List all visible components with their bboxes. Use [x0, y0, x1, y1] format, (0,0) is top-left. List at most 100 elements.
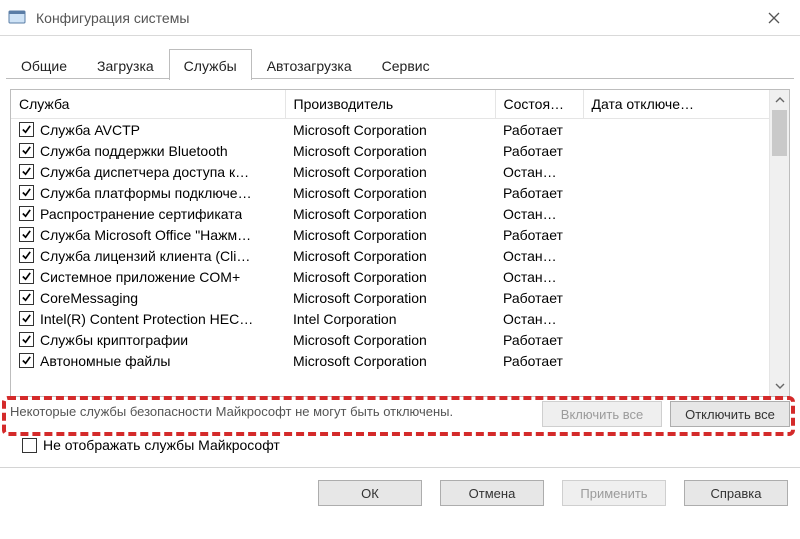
titlebar: Конфигурация системы [0, 0, 800, 36]
service-checkbox[interactable] [19, 206, 34, 221]
service-name: Intel(R) Content Protection HEC… [40, 311, 253, 327]
warning-note: Некоторые службы безопасности Майкрософт… [10, 401, 534, 421]
service-vendor: Intel Corporation [285, 308, 495, 329]
service-checkbox[interactable] [19, 311, 34, 326]
help-button[interactable]: Справка [684, 480, 788, 506]
tab-1[interactable]: Загрузка [82, 51, 169, 80]
service-name: Распространение сертификата [40, 206, 242, 222]
table-row[interactable]: CoreMessaging Microsoft CorporationРабота… [11, 287, 769, 308]
tab-0[interactable]: Общие [6, 51, 82, 80]
service-disabled-date [583, 140, 769, 161]
close-button[interactable] [752, 2, 796, 34]
service-vendor: Microsoft Corporation [285, 350, 495, 371]
service-disabled-date [583, 245, 769, 266]
vertical-scrollbar[interactable] [769, 90, 789, 396]
table-row[interactable]: Распространение сертификата Microsoft Cor… [11, 203, 769, 224]
hide-ms-services-checkbox[interactable] [22, 438, 37, 453]
service-checkbox[interactable] [19, 269, 34, 284]
service-name: Автономные файлы [40, 353, 170, 369]
service-state: Остан… [495, 245, 583, 266]
service-disabled-date [583, 182, 769, 203]
tab-4[interactable]: Сервис [367, 51, 445, 80]
service-disabled-date [583, 161, 769, 182]
service-disabled-date [583, 119, 769, 141]
service-checkbox[interactable] [19, 248, 34, 263]
service-state: Работает [495, 119, 583, 141]
window-title: Конфигурация системы [36, 10, 752, 26]
service-name: Служба платформы подключе… [40, 185, 252, 201]
service-vendor: Microsoft Corporation [285, 203, 495, 224]
service-disabled-date [583, 329, 769, 350]
table-row[interactable]: Служба лицензий клиента (Cli… Microsoft C… [11, 245, 769, 266]
tab-2[interactable]: Службы [169, 49, 252, 80]
hide-ms-services-label: Не отображать службы Майкрософт [43, 437, 280, 453]
table-row[interactable]: Служба поддержки Bluetooth Microsoft Corp… [11, 140, 769, 161]
service-state: Работает [495, 287, 583, 308]
service-state: Работает [495, 329, 583, 350]
service-vendor: Microsoft Corporation [285, 287, 495, 308]
service-disabled-date [583, 287, 769, 308]
service-disabled-date [583, 224, 769, 245]
service-checkbox[interactable] [19, 185, 34, 200]
service-checkbox[interactable] [19, 122, 34, 137]
service-name: CoreMessaging [40, 290, 138, 306]
service-vendor: Microsoft Corporation [285, 140, 495, 161]
service-disabled-date [583, 350, 769, 371]
service-name: Служба лицензий клиента (Cli… [40, 248, 250, 264]
table-row[interactable]: Службы криптографии Microsoft Corporation… [11, 329, 769, 350]
service-state: Остан… [495, 161, 583, 182]
ok-button[interactable]: ОК [318, 480, 422, 506]
service-name: Служба AVCTP [40, 122, 140, 138]
cancel-button[interactable]: Отмена [440, 480, 544, 506]
service-checkbox[interactable] [19, 332, 34, 347]
service-state: Остан… [495, 308, 583, 329]
service-vendor: Microsoft Corporation [285, 224, 495, 245]
service-vendor: Microsoft Corporation [285, 329, 495, 350]
service-name: Служба поддержки Bluetooth [40, 143, 228, 159]
service-state: Работает [495, 350, 583, 371]
table-row[interactable]: Служба платформы подключе… Microsoft Corp… [11, 182, 769, 203]
service-checkbox[interactable] [19, 290, 34, 305]
col-state[interactable]: Состоя… [495, 90, 583, 119]
app-icon [8, 9, 26, 27]
service-vendor: Microsoft Corporation [285, 266, 495, 287]
col-service[interactable]: Служба [11, 90, 285, 119]
col-disabled-date[interactable]: Дата отключе… [583, 90, 769, 119]
services-list: Служба Производитель Состоя… Дата отключ… [10, 89, 790, 397]
service-disabled-date [583, 308, 769, 329]
table-row[interactable]: Автономные файлы Microsoft CorporationРаб… [11, 350, 769, 371]
table-row[interactable]: Intel(R) Content Protection HEC… Intel Co… [11, 308, 769, 329]
table-row[interactable]: Служба AVCTP Microsoft CorporationРаботае… [11, 119, 769, 141]
service-checkbox[interactable] [19, 227, 34, 242]
service-state: Работает [495, 224, 583, 245]
table-row[interactable]: Системное приложение COM+ Microsoft Corpo… [11, 266, 769, 287]
disable-all-button[interactable]: Отключить все [670, 401, 790, 427]
service-name: Служба диспетчера доступа к… [40, 164, 249, 180]
service-name: Службы криптографии [40, 332, 188, 348]
scroll-thumb[interactable] [772, 110, 787, 156]
table-row[interactable]: Служба диспетчера доступа к… Microsoft Co… [11, 161, 769, 182]
tab-3[interactable]: Автозагрузка [252, 51, 367, 80]
enable-all-button[interactable]: Включить все [542, 401, 662, 427]
service-vendor: Microsoft Corporation [285, 161, 495, 182]
service-disabled-date [583, 203, 769, 224]
scroll-up-arrow-icon[interactable] [770, 90, 789, 110]
service-vendor: Microsoft Corporation [285, 245, 495, 266]
col-vendor[interactable]: Производитель [285, 90, 495, 119]
service-vendor: Microsoft Corporation [285, 182, 495, 203]
service-state: Остан… [495, 203, 583, 224]
service-name: Системное приложение COM+ [40, 269, 240, 285]
service-disabled-date [583, 266, 769, 287]
service-checkbox[interactable] [19, 164, 34, 179]
service-state: Работает [495, 140, 583, 161]
dialog-footer: ОК Отмена Применить Справка [0, 467, 800, 516]
scroll-down-arrow-icon[interactable] [770, 376, 789, 396]
tabs: ОбщиеЗагрузкаСлужбыАвтозагрузкаСервис [6, 48, 794, 79]
service-state: Остан… [495, 266, 583, 287]
service-checkbox[interactable] [19, 143, 34, 158]
service-state: Работает [495, 182, 583, 203]
table-row[interactable]: Служба Microsoft Office "Нажм…Microsoft … [11, 224, 769, 245]
apply-button[interactable]: Применить [562, 480, 666, 506]
service-vendor: Microsoft Corporation [285, 119, 495, 141]
service-checkbox[interactable] [19, 353, 34, 368]
